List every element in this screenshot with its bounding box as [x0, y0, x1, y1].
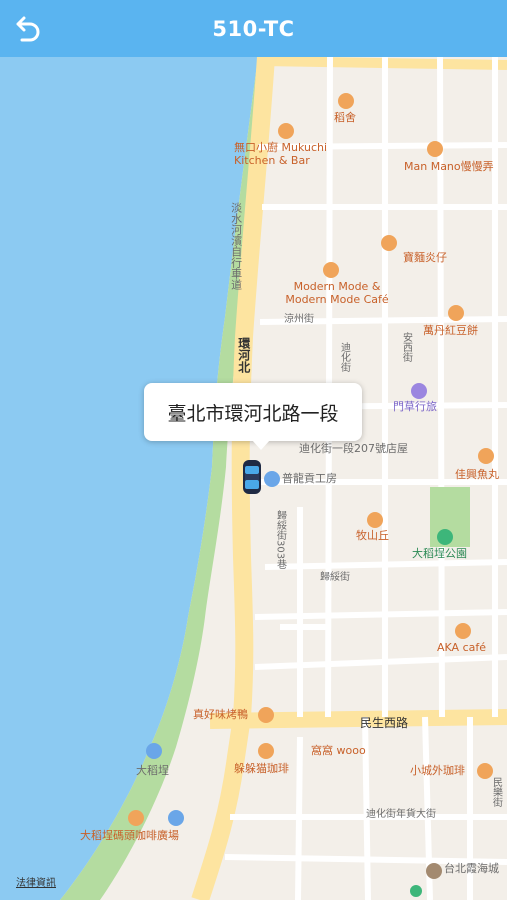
restaurant-pin-icon[interactable] [338, 93, 354, 109]
poi-label: 寶麵炎仔 [403, 251, 447, 264]
place-label: 普龍貢工房 [282, 472, 337, 485]
page-title: 510-TC [212, 16, 295, 41]
restaurant-pin-icon[interactable] [381, 235, 397, 251]
poi-label: AKA café [437, 641, 486, 654]
place-label: 台北霞海城 [444, 862, 499, 875]
cafe-pin-icon[interactable] [323, 262, 339, 278]
street-label: 安西街 [400, 332, 412, 362]
poi-label: Modern Mode & Modern Mode Café [285, 280, 389, 306]
street-label: 涼州街 [284, 314, 314, 325]
car-marker-icon[interactable] [241, 458, 263, 496]
map-pin-icon[interactable] [410, 885, 422, 897]
restaurant-pin-icon[interactable] [367, 512, 383, 528]
cafe-pin-icon[interactable] [128, 810, 144, 826]
park-pin-icon[interactable] [437, 529, 453, 545]
poi-label: 稻舍 [334, 111, 356, 124]
street-label: 歸綏街 [320, 572, 350, 583]
poi-label: 小城外珈琲 [410, 764, 465, 777]
temple-pin-icon[interactable] [426, 863, 442, 879]
cafe-pin-icon[interactable] [455, 623, 471, 639]
poi-label: 大稻埕公園 [412, 547, 467, 560]
street-label: 迪化街 [338, 342, 350, 372]
restaurant-pin-icon[interactable] [448, 305, 464, 321]
street-label: 歸綏街303巷 [274, 510, 286, 570]
street-label: 迪化街年貨大街 [366, 809, 436, 820]
poi-label: 無口小廚 Mukuchi Kitchen & Bar [234, 141, 328, 167]
poi-label: 牧山丘 [356, 529, 389, 542]
cafe-pin-icon[interactable] [427, 141, 443, 157]
poi-label: 門草行旅 [393, 400, 437, 413]
store-pin-icon[interactable] [264, 471, 280, 487]
cafe-pin-icon[interactable] [258, 743, 274, 759]
landmark-pin-icon[interactable] [146, 743, 162, 759]
back-arrow-icon[interactable] [10, 12, 44, 46]
road-label: 環河北 [236, 337, 251, 373]
poi-label: Man Mano慢慢弄 [404, 160, 494, 173]
poi-label: 佳興魚丸 [455, 468, 499, 481]
location-callout[interactable]: 臺北市環河北路一段 [144, 383, 362, 450]
poi-label: 窩窩 wooo [311, 744, 366, 757]
poi-label: 躲躲猫珈琲 [234, 762, 289, 775]
restaurant-pin-icon[interactable] [478, 448, 494, 464]
poi-label: 大稻埕碼頭咖啡廣場 [80, 829, 179, 842]
road-label: 民生西路 [360, 716, 409, 730]
poi-label: 真好味烤鴨 [193, 708, 248, 721]
cafe-pin-icon[interactable] [278, 123, 294, 139]
callout-address: 臺北市環河北路一段 [167, 402, 339, 425]
restaurant-pin-icon[interactable] [258, 707, 274, 723]
place-label: 大稻埕 [136, 764, 169, 777]
legal-link[interactable]: 法律資訊 [16, 874, 56, 889]
place-label: 迪化街一段207號店屋 [299, 442, 408, 455]
street-label: 民樂街 [490, 777, 502, 807]
app-header: 510-TC [0, 0, 507, 57]
hotel-pin-icon[interactable] [411, 383, 427, 399]
road-label: 淡水河濱自行車道 [229, 202, 243, 290]
poi-label: 萬丹紅豆餅 [423, 324, 478, 337]
parking-pin-icon[interactable] [168, 810, 184, 826]
